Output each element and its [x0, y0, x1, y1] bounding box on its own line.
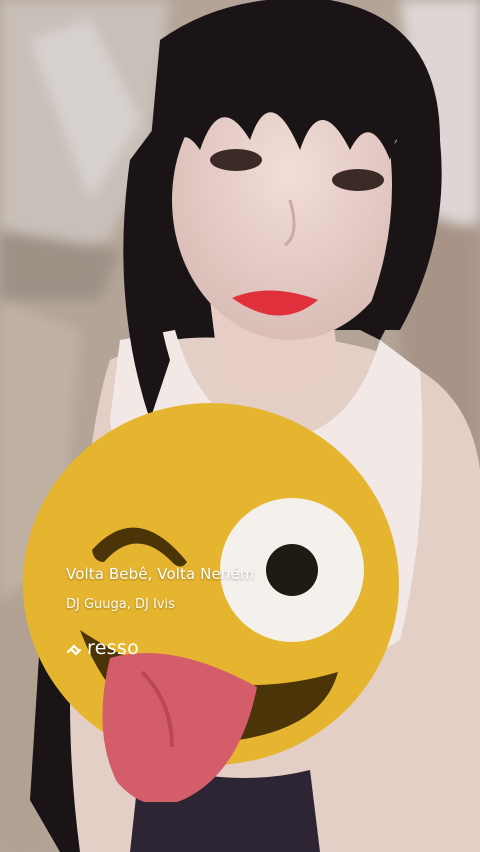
song-title[interactable]: Volta Bebê, Volta Neném	[66, 565, 254, 583]
resso-logo-icon	[66, 644, 82, 656]
resso-brand-link[interactable]: resso	[64, 636, 139, 660]
story-view: Volta Bebê, Volta Neném DJ Guuga, DJ Ivi…	[0, 0, 480, 852]
song-artist[interactable]: DJ Guuga, DJ Ivis	[66, 597, 175, 612]
resso-wordmark: resso	[87, 636, 140, 659]
